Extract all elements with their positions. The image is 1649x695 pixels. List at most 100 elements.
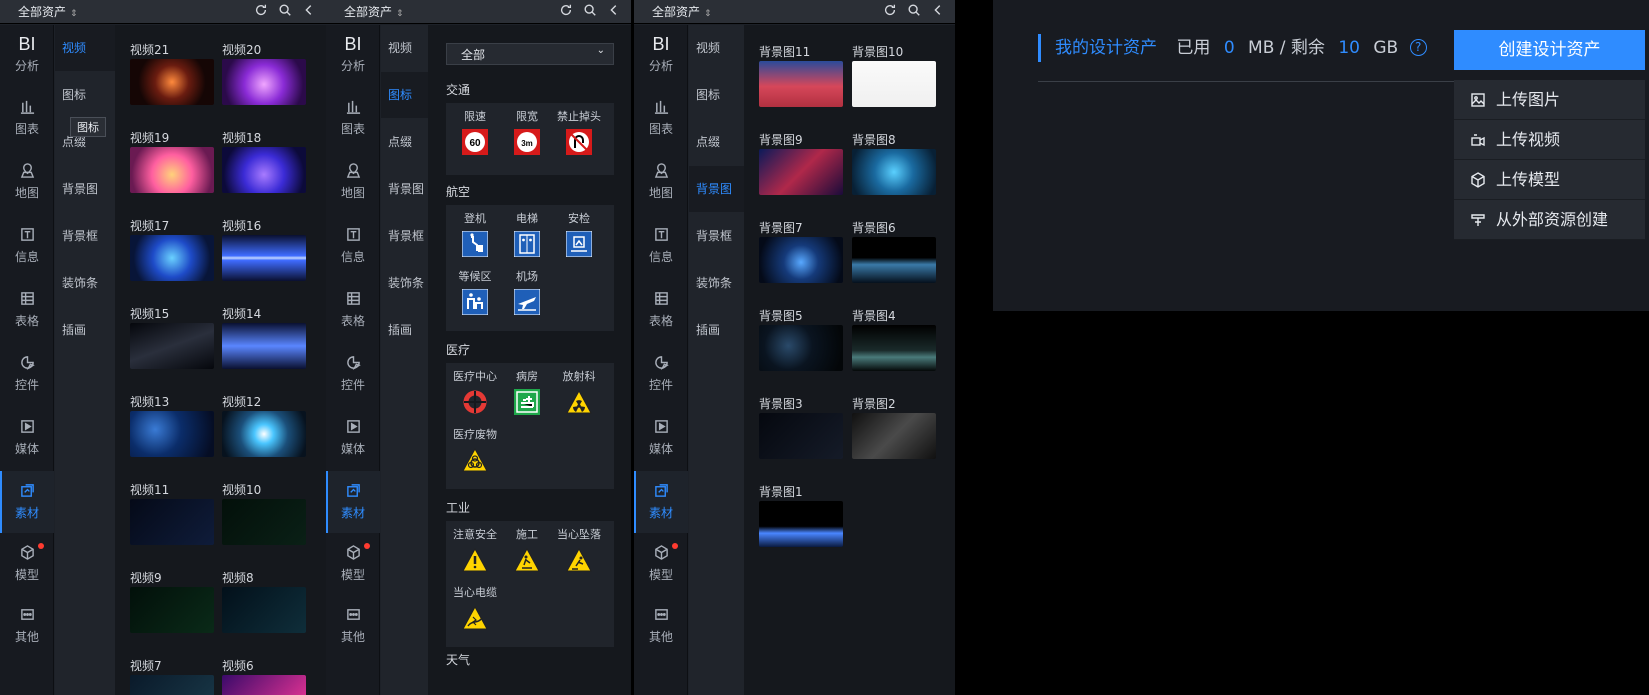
panel-title[interactable]: 全部资产 ⇕ [18, 3, 78, 20]
subcategory-item-6[interactable]: 插画 [689, 307, 749, 353]
rail-item-6[interactable]: 媒体 [326, 407, 380, 469]
video-thumb[interactable]: 视频8 [222, 569, 306, 633]
rail-item-9[interactable]: 其他 [326, 595, 380, 657]
rail-item-8[interactable]: 模型 [634, 533, 688, 595]
subcategory-item-1[interactable]: 图标 [689, 72, 749, 118]
collapse-icon[interactable] [607, 3, 621, 17]
refresh-icon[interactable] [883, 3, 897, 17]
subcategory-item-0[interactable]: 视频 [55, 25, 115, 71]
icon-item-radiation[interactable]: 放射科 [556, 369, 602, 415]
refresh-icon[interactable] [559, 3, 573, 17]
icon-item-elevator[interactable]: 电梯 [504, 211, 550, 257]
video-thumb[interactable]: 视频21 [130, 41, 214, 105]
help-icon[interactable]: ? [1409, 39, 1427, 56]
icon-filter-select[interactable]: 全部 ⌄ [446, 43, 614, 65]
panel-title[interactable]: 全部资产 ⇕ [652, 3, 712, 20]
icon-item-boarding[interactable]: 登机 [452, 211, 498, 257]
video-thumb[interactable]: 视频15 [130, 305, 214, 369]
background-thumb[interactable]: 背景图10 [852, 43, 936, 107]
subcategory-item-4[interactable]: 背景框 [55, 213, 115, 259]
video-thumb[interactable]: 视频18 [222, 129, 306, 193]
refresh-icon[interactable] [254, 3, 268, 17]
icon-item-ward[interactable]: 病房 [504, 369, 550, 415]
video-thumb[interactable]: 视频20 [222, 41, 306, 105]
collapse-icon[interactable] [931, 3, 945, 17]
video-thumb[interactable]: 视频10 [222, 481, 306, 545]
video-thumb[interactable]: 视频9 [130, 569, 214, 633]
background-thumb[interactable]: 背景图2 [852, 395, 936, 459]
subcategory-item-3[interactable]: 背景图 [55, 166, 115, 212]
rail-item-3[interactable]: 信息 [0, 215, 54, 277]
rail-item-0[interactable]: BI 分析 [0, 25, 54, 87]
search-icon[interactable] [583, 3, 597, 17]
rail-item-5[interactable]: 控件 [0, 343, 54, 405]
search-icon[interactable] [907, 3, 921, 17]
panel-title[interactable]: 全部资产 ⇕ [344, 3, 404, 20]
rail-item-9[interactable]: 其他 [0, 595, 54, 657]
rail-item-7[interactable]: 素材 [326, 471, 380, 533]
background-thumb[interactable]: 背景图11 [759, 43, 843, 107]
icon-item-warning[interactable]: 注意安全 [452, 527, 498, 573]
rail-item-4[interactable]: 表格 [634, 279, 688, 341]
video-thumb[interactable]: 视频13 [130, 393, 214, 457]
video-thumb[interactable]: 视频16 [222, 217, 306, 281]
menu-item-2[interactable]: 上传模型 [1454, 160, 1645, 200]
rail-item-3[interactable]: 信息 [326, 215, 380, 277]
menu-item-3[interactable]: 从外部资源创建 [1454, 200, 1645, 240]
background-thumb[interactable]: 背景图1 [759, 483, 843, 547]
rail-item-1[interactable]: 图表 [0, 87, 54, 149]
rail-item-7[interactable]: 素材 [0, 471, 54, 533]
rail-item-2[interactable]: 地图 [634, 151, 688, 213]
video-thumb[interactable]: 视频11 [130, 481, 214, 545]
subcategory-item-2[interactable]: 点缀 [689, 119, 749, 165]
rail-item-8[interactable]: 模型 [326, 533, 380, 595]
background-thumb[interactable]: 背景图9 [759, 131, 843, 195]
rail-item-1[interactable]: 图表 [326, 87, 380, 149]
icon-item-security[interactable]: 安检 [556, 211, 602, 257]
video-thumb[interactable]: 视频12 [222, 393, 306, 457]
video-thumb[interactable]: 视频7 [130, 657, 214, 695]
icon-item-no-u-turn[interactable]: 禁止掉头 [556, 109, 602, 155]
rail-item-7[interactable]: 素材 [634, 471, 688, 533]
rail-item-4[interactable]: 表格 [0, 279, 54, 341]
search-icon[interactable] [278, 3, 292, 17]
menu-item-1[interactable]: 上传视频 [1454, 120, 1645, 160]
icon-item-airport[interactable]: 机场 [504, 269, 550, 315]
video-thumb[interactable]: 视频6 [222, 657, 306, 695]
icon-item-3m[interactable]: 限宽 3m [504, 109, 550, 155]
icon-item-60[interactable]: 限速 60 [452, 109, 498, 155]
icon-item-cable[interactable]: 当心电缆 [452, 585, 498, 631]
icon-item-medical[interactable]: 医疗中心 [452, 369, 498, 415]
rail-item-9[interactable]: 其他 [634, 595, 688, 657]
icon-item-construction[interactable]: 施工 [504, 527, 550, 573]
background-thumb[interactable]: 背景图8 [852, 131, 936, 195]
icon-item-waiting[interactable]: 等候区 [452, 269, 498, 315]
icon-item-fall[interactable]: 当心坠落 [556, 527, 602, 573]
subcategory-item-4[interactable]: 背景框 [689, 213, 749, 259]
menu-item-0[interactable]: 上传图片 [1454, 80, 1645, 120]
rail-item-8[interactable]: 模型 [0, 533, 54, 595]
subcategory-item-1[interactable]: 图标 [55, 72, 115, 118]
rail-item-5[interactable]: 控件 [326, 343, 380, 405]
background-thumb[interactable]: 背景图6 [852, 219, 936, 283]
rail-item-6[interactable]: 媒体 [634, 407, 688, 469]
collapse-icon[interactable] [302, 3, 316, 17]
subcategory-item-6[interactable]: 插画 [55, 307, 115, 353]
background-thumb[interactable]: 背景图5 [759, 307, 843, 371]
video-thumb[interactable]: 视频19 [130, 129, 214, 193]
subcategory-item-5[interactable]: 装饰条 [55, 260, 115, 306]
background-thumb[interactable]: 背景图4 [852, 307, 936, 371]
subcategory-item-3[interactable]: 背景图 [689, 166, 749, 212]
video-thumb[interactable]: 视频17 [130, 217, 214, 281]
rail-item-0[interactable]: BI 分析 [634, 25, 688, 87]
subcategory-item-5[interactable]: 装饰条 [689, 260, 749, 306]
rail-item-1[interactable]: 图表 [634, 87, 688, 149]
rail-item-4[interactable]: 表格 [326, 279, 380, 341]
background-thumb[interactable]: 背景图3 [759, 395, 843, 459]
icon-item-biohazard[interactable]: 医疗废物 [452, 427, 498, 473]
background-thumb[interactable]: 背景图7 [759, 219, 843, 283]
rail-item-0[interactable]: BI 分析 [326, 25, 380, 87]
create-design-asset-button[interactable]: 创建设计资产 [1454, 30, 1645, 70]
rail-item-3[interactable]: 信息 [634, 215, 688, 277]
rail-item-5[interactable]: 控件 [634, 343, 688, 405]
